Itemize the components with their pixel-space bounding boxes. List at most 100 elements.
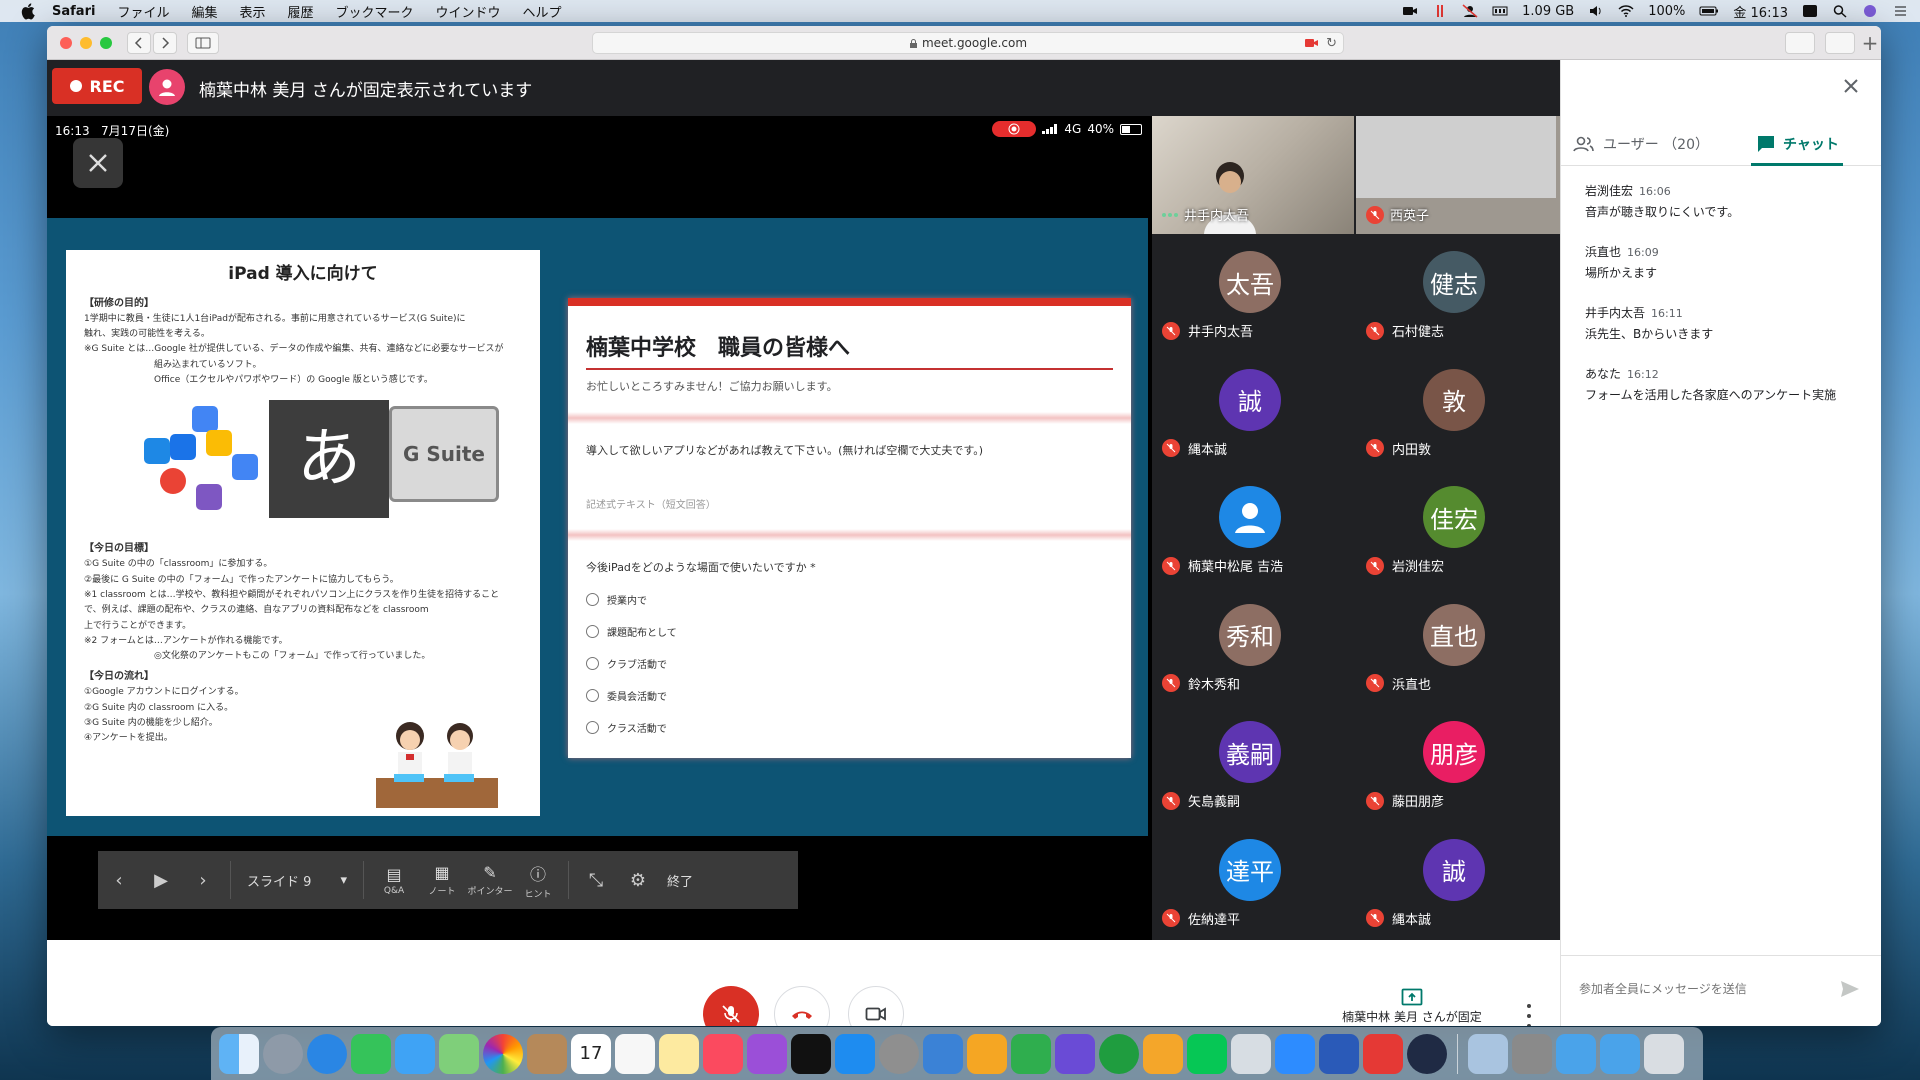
participant-tile[interactable]: 義嗣 矢島義嗣 bbox=[1152, 703, 1356, 820]
safari-icon[interactable] bbox=[307, 1033, 347, 1074]
calendar-icon[interactable]: 17 bbox=[571, 1033, 611, 1074]
participant-tile[interactable]: 達平 佐納達平 bbox=[1152, 821, 1356, 938]
search-icon[interactable] bbox=[1832, 4, 1848, 18]
pointer-button[interactable]: ✎ ポインター bbox=[466, 863, 514, 897]
note-button[interactable]: ▦ ノート bbox=[418, 863, 466, 897]
leave-call-button[interactable] bbox=[774, 986, 830, 1026]
form-option[interactable]: 課題配布として bbox=[586, 624, 1113, 639]
trash-icon[interactable] bbox=[1644, 1033, 1684, 1074]
participant-tile[interactable]: 佳宏 岩渕佳宏 bbox=[1356, 468, 1560, 585]
qa-button[interactable]: ▤ Q&A bbox=[370, 865, 418, 896]
imovie-icon[interactable] bbox=[1055, 1033, 1095, 1074]
menu-history[interactable]: 履歴 bbox=[287, 2, 313, 21]
participant-tile[interactable]: 敦内田敦 bbox=[1356, 351, 1560, 468]
messages-icon[interactable] bbox=[395, 1033, 435, 1074]
camera-recording-icon[interactable] bbox=[1305, 38, 1319, 48]
video-tile[interactable]: 井手内太吾 bbox=[1152, 116, 1354, 234]
form-answer-field[interactable]: 記述式テキスト（短文回答） bbox=[586, 496, 1113, 511]
xcode-icon[interactable] bbox=[1231, 1033, 1271, 1074]
facetime-icon[interactable] bbox=[351, 1033, 391, 1074]
close-window-button[interactable] bbox=[60, 37, 72, 49]
menu-window[interactable]: ウインドウ bbox=[436, 2, 501, 21]
notes-icon[interactable] bbox=[659, 1033, 699, 1074]
participant-tile[interactable]: 誠縄本誠 bbox=[1356, 821, 1560, 938]
evernote-icon[interactable] bbox=[1099, 1033, 1139, 1074]
participant-tile[interactable]: 朋彦 藤田朋彦 bbox=[1356, 703, 1560, 820]
preview-icon[interactable] bbox=[1468, 1033, 1508, 1074]
form-option[interactable]: クラブ活動で bbox=[586, 656, 1113, 671]
play-button[interactable]: ▶ bbox=[140, 870, 182, 891]
form-option[interactable]: 委員会活動で bbox=[586, 688, 1113, 703]
screen-recorder-icon[interactable] bbox=[1319, 1033, 1359, 1074]
menubar-clock[interactable]: 金 16:13 bbox=[1733, 2, 1788, 21]
tab-chat[interactable]: チャット bbox=[1751, 122, 1843, 166]
siri-icon[interactable] bbox=[1862, 4, 1878, 18]
app-store-icon[interactable] bbox=[835, 1033, 875, 1074]
presentation-status[interactable]: 楠葉中林 美月 さんが固定表示されています bbox=[1337, 988, 1487, 1026]
menu-file[interactable]: ファイル bbox=[117, 2, 169, 21]
address-bar[interactable]: meet.google.com ↻ bbox=[592, 32, 1344, 54]
participant-tile[interactable]: 太吾 井手内太吾 bbox=[1152, 233, 1356, 350]
gear-icon[interactable]: ⚙ bbox=[617, 870, 659, 891]
participant-tile[interactable]: 健志 石村健志 bbox=[1356, 233, 1560, 350]
system-preferences-icon[interactable] bbox=[879, 1033, 919, 1074]
radio-icon[interactable] bbox=[586, 625, 599, 638]
share-button[interactable] bbox=[1785, 32, 1815, 54]
radio-icon[interactable] bbox=[586, 689, 599, 702]
chat-message-input[interactable] bbox=[1579, 976, 1819, 1002]
fullscreen-window-button[interactable] bbox=[100, 37, 112, 49]
previous-slide-button[interactable]: ‹ bbox=[98, 870, 140, 891]
menu-view[interactable]: 表示 bbox=[239, 2, 265, 21]
user-icon[interactable] bbox=[1462, 4, 1478, 18]
form-option[interactable]: 授業内で bbox=[586, 592, 1113, 607]
folder-icon[interactable] bbox=[1556, 1033, 1596, 1074]
quicktime-icon[interactable] bbox=[1407, 1033, 1447, 1074]
menu-bookmarks[interactable]: ブックマーク bbox=[336, 2, 414, 21]
microphone-toggle-button[interactable] bbox=[703, 986, 759, 1026]
slide-selector[interactable]: スライド 9 ▾ bbox=[237, 871, 357, 890]
new-tab-button[interactable]: + bbox=[1859, 30, 1881, 56]
end-button[interactable]: 終了 bbox=[667, 871, 693, 890]
radio-icon[interactable] bbox=[586, 721, 599, 734]
music-icon[interactable] bbox=[703, 1033, 743, 1074]
close-panel-button[interactable] bbox=[1839, 74, 1863, 98]
volume-icon[interactable] bbox=[1588, 4, 1604, 18]
keynote-icon[interactable] bbox=[923, 1033, 963, 1074]
show-tabs-button[interactable] bbox=[1825, 32, 1855, 54]
notification-center-icon[interactable] bbox=[1892, 4, 1908, 18]
numbers-icon[interactable] bbox=[1011, 1033, 1051, 1074]
video-tile[interactable]: 西英子 bbox=[1356, 116, 1560, 234]
video-camera-icon[interactable] bbox=[1402, 4, 1418, 18]
close-presentation-button[interactable] bbox=[73, 138, 123, 188]
radio-icon[interactable] bbox=[586, 657, 599, 670]
launchpad-icon[interactable] bbox=[263, 1033, 303, 1074]
form-option[interactable]: クラス活動で bbox=[586, 720, 1113, 735]
participant-tile[interactable]: 直也 浜直也 bbox=[1356, 586, 1560, 703]
tab-users[interactable]: ユーザー （20） bbox=[1573, 122, 1709, 166]
reload-icon[interactable]: ↻ bbox=[1326, 36, 1337, 51]
notebook-icon[interactable] bbox=[1143, 1033, 1183, 1074]
maps-icon[interactable] bbox=[439, 1033, 479, 1074]
reminders-icon[interactable] bbox=[615, 1033, 655, 1074]
participant-tile[interactable]: 楠葉中松尾 吉浩 bbox=[1152, 468, 1356, 585]
minimize-window-button[interactable] bbox=[80, 37, 92, 49]
apple-icon[interactable] bbox=[20, 2, 38, 20]
contacts-icon[interactable] bbox=[527, 1033, 567, 1074]
participant-tile[interactable]: 誠縄本誠 bbox=[1152, 351, 1356, 468]
photos-icon[interactable] bbox=[483, 1033, 523, 1074]
zoom-icon[interactable] bbox=[1275, 1033, 1315, 1074]
more-options-button[interactable] bbox=[1523, 1004, 1535, 1026]
camera-toggle-button[interactable] bbox=[848, 986, 904, 1026]
forward-button[interactable] bbox=[153, 32, 177, 54]
send-icon[interactable] bbox=[1840, 980, 1860, 998]
recording-stop-icon[interactable] bbox=[1432, 4, 1448, 18]
next-slide-button[interactable]: › bbox=[182, 870, 224, 891]
downloads-folder-icon[interactable] bbox=[1600, 1033, 1640, 1074]
sidebar-toggle-button[interactable] bbox=[187, 32, 219, 54]
back-button[interactable] bbox=[127, 32, 151, 54]
apple-tv-icon[interactable] bbox=[791, 1033, 831, 1074]
menu-app-safari[interactable]: Safari bbox=[52, 4, 95, 19]
mail-icon[interactable] bbox=[1363, 1033, 1403, 1074]
hint-button[interactable]: ⓘ ヒント bbox=[514, 861, 562, 900]
menu-help[interactable]: ヘルプ bbox=[523, 2, 562, 21]
